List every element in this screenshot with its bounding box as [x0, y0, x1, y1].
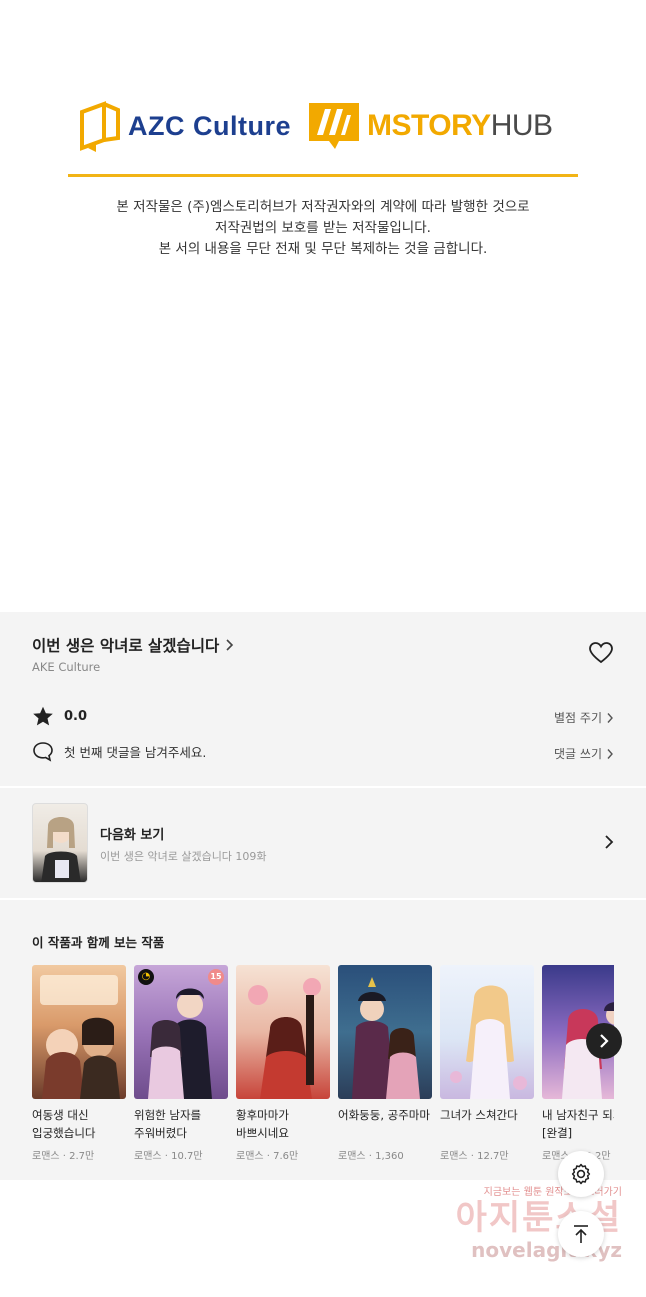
copyright-line-2: 저작권법의 보호를 받는 저작물입니다.: [215, 220, 431, 236]
carousel-next-button[interactable]: [586, 1023, 622, 1059]
recommendations-carousel: 여동생 대신 입궁했습니다 로맨스 · 2.7만 ◔ 15 위험한 남자를 주워…: [32, 965, 614, 1175]
work-title: 이번 생은 악녀로 살겠습니다: [32, 637, 220, 655]
age-rating-badge: 15: [208, 969, 224, 985]
next-episode-label: 다음화 보기: [100, 828, 165, 843]
mstoryhub-logo-text: MSTORYHUB: [367, 109, 553, 143]
next-episode-thumbnail: [32, 803, 88, 883]
work-title-link[interactable]: 이번 생은 악녀로 살겠습니다: [32, 634, 234, 656]
divider-line: [68, 174, 578, 177]
mstory-mark-icon: [309, 103, 359, 149]
star-icon: [33, 706, 53, 726]
cover-art: [352, 977, 420, 1099]
next-episode-card[interactable]: 다음화 보기 이번 생은 악녀로 살겠습니다 109화: [0, 788, 646, 898]
chevron-right-icon: [226, 639, 234, 651]
card-title: 내 남자친구 되기[완결]: [542, 1108, 614, 1140]
recommendations-section: 이 작품과 함께 보는 작품 여동생 대신 입궁했습니다 로맨스 · 2.7만: [0, 900, 646, 1180]
chevron-right-icon: [607, 712, 613, 723]
cover-art: [450, 985, 527, 1099]
card-title: 그녀가 스쳐간다: [440, 1108, 518, 1122]
azc-culture-logo: AZC Culture: [78, 100, 291, 152]
clock-badge-icon: ◔: [138, 969, 154, 985]
work-info-panel: 이번 생은 악녀로 살겠습니다 AKE Culture 0.0 별점 주기 첫 …: [0, 612, 646, 786]
hub-text: HUB: [490, 109, 553, 142]
cover-art: [248, 978, 321, 1099]
cover-art: [40, 975, 120, 1099]
rate-button[interactable]: 별점 주기: [554, 709, 614, 726]
card-meta: 로맨스 · 12.7만: [440, 1151, 509, 1162]
publisher-logos: AZC Culture MSTORYHUB: [78, 96, 578, 156]
recommendations-heading: 이 작품과 함께 보는 작품: [32, 935, 165, 950]
chevron-right-icon: [600, 1034, 609, 1048]
recommendation-card[interactable]: 내 남자친구 되기[완결] 로맨스 · 10.2만: [542, 965, 614, 1162]
next-episode-subtitle: 이번 생은 악녀로 살겠습니다 109화: [100, 850, 267, 863]
cover-image: [440, 965, 534, 1099]
write-comment-label: 댓글 쓰기: [554, 747, 602, 761]
recommendation-card[interactable]: 여동생 대신 입궁했습니다 로맨스 · 2.7만: [32, 965, 126, 1162]
card-meta: 로맨스 · 10.7만: [134, 1151, 203, 1162]
rate-button-label: 별점 주기: [554, 711, 602, 725]
copyright-line-1: 본 저작물은 (주)엠스토리허브가 저작권자와의 계약에 따라 발행한 것으로: [116, 199, 530, 215]
rating-row: 0.0: [32, 706, 87, 727]
work-author: AKE Culture: [32, 660, 101, 674]
cover-art: [148, 988, 212, 1099]
cover-image: ◔ 15: [134, 965, 228, 1099]
comment-prompt: 첫 번째 댓글을 남겨주세요.: [64, 745, 207, 760]
mstoryhub-logo: MSTORYHUB: [309, 103, 553, 149]
scroll-top-button[interactable]: [558, 1211, 604, 1257]
recommendation-card[interactable]: ◔ 15 위험한 남자를 주워버렸다 로맨스 · 10.7만: [134, 965, 228, 1162]
comment-row[interactable]: 첫 번째 댓글을 남겨주세요.: [32, 741, 206, 762]
episode-thumbnail-art: [41, 817, 81, 882]
recommendation-card[interactable]: 그녀가 스쳐간다 로맨스 · 12.7만: [440, 965, 534, 1162]
copyright-notice: 본 저작물은 (주)엠스토리허브가 저작권자와의 계약에 따라 발행한 것으로 …: [0, 197, 646, 260]
copyright-banner: AZC Culture MSTORYHUB 본 저작물은 (주)엠스토리허브가 …: [0, 0, 646, 612]
settings-button[interactable]: [558, 1151, 604, 1197]
azc-book-icon: [80, 101, 120, 152]
viewer-page: AZC Culture MSTORYHUB 본 저작물은 (주)엠스토리허브가 …: [0, 0, 646, 1297]
chevron-right-icon: [607, 748, 613, 759]
card-title: 여동생 대신 입궁했습니다: [32, 1108, 96, 1140]
card-title: 황후마마가 바쁘시네요: [236, 1108, 289, 1140]
mstory-text: MSTORY: [367, 109, 491, 142]
card-meta: 로맨스 · 2.7만: [32, 1151, 95, 1162]
card-title: 위험한 남자를 주워버렸다: [134, 1108, 202, 1140]
heart-icon[interactable]: [588, 640, 614, 666]
card-title: 어화둥둥, 공주마마: [338, 1108, 430, 1122]
speech-bubble-icon: [33, 742, 53, 762]
cover-image: [32, 965, 126, 1099]
azc-logo-text: AZC Culture: [128, 110, 291, 141]
recommendation-card[interactable]: 황후마마가 바쁘시네요 로맨스 · 7.6만: [236, 965, 330, 1162]
chevron-right-icon: [605, 835, 614, 849]
card-meta: 로맨스 · 1,360: [338, 1151, 404, 1162]
write-comment-button[interactable]: 댓글 쓰기: [554, 745, 614, 762]
cover-image: [236, 965, 330, 1099]
rating-value: 0.0: [64, 709, 88, 724]
copyright-line-3: 본 서의 내용을 무단 전재 및 무단 복제하는 것을 금합니다.: [158, 241, 488, 257]
card-meta: 로맨스 · 7.6만: [236, 1151, 299, 1162]
cover-image: [338, 965, 432, 1099]
arrow-up-icon: [574, 1225, 588, 1243]
gear-icon: [571, 1163, 591, 1185]
recommendation-card[interactable]: 어화둥둥, 공주마마 로맨스 · 1,360: [338, 965, 432, 1162]
